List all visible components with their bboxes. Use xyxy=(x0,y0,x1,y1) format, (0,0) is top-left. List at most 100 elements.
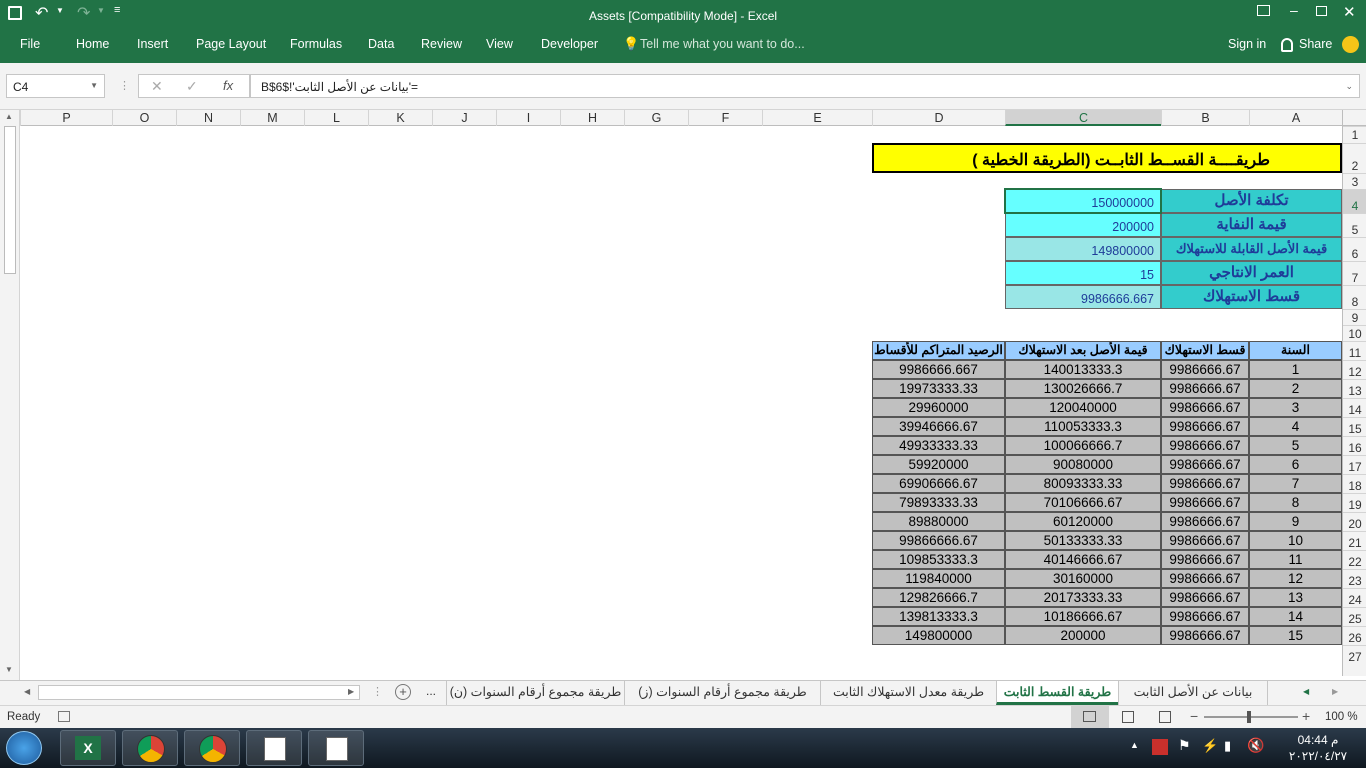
table-cell[interactable]: 100066666.7 xyxy=(1005,436,1161,455)
table-cell[interactable]: 59920000 xyxy=(872,455,1005,474)
new-sheet-icon[interactable]: + xyxy=(395,684,411,700)
column-header-d[interactable]: D xyxy=(872,110,1005,126)
tray-power-icon[interactable]: ⚡ xyxy=(1202,738,1218,754)
row-header-14[interactable]: 14 xyxy=(1343,398,1366,417)
share-button[interactable]: Share xyxy=(1299,37,1332,51)
taskbar-app-window-2-icon[interactable] xyxy=(308,730,364,766)
param-label[interactable]: قيمة النفاية xyxy=(1161,213,1342,237)
row-header-8[interactable]: 8 xyxy=(1343,285,1366,309)
tray-volume-icon[interactable]: 🔇 xyxy=(1247,737,1264,754)
row-header-21[interactable]: 21 xyxy=(1343,531,1366,550)
param-value[interactable]: 200000 xyxy=(1005,213,1161,237)
column-header-n[interactable]: N xyxy=(176,110,240,126)
cancel-formula-icon[interactable]: ✕ xyxy=(151,78,163,95)
table-cell[interactable]: 9 xyxy=(1249,512,1342,531)
column-header-j[interactable]: J xyxy=(432,110,496,126)
name-box-dropdown-icon[interactable]: ▼ xyxy=(90,81,98,90)
expand-formula-bar-icon[interactable]: ⌄ xyxy=(1345,81,1353,92)
row-header-13[interactable]: 13 xyxy=(1343,379,1366,398)
tray-network-icon[interactable]: ▮ xyxy=(1224,738,1231,754)
table-cell[interactable]: 7 xyxy=(1249,474,1342,493)
enter-formula-icon[interactable]: ✓ xyxy=(186,78,198,95)
column-header-g[interactable]: G xyxy=(624,110,688,126)
table-header[interactable]: قسط الاستهلاك xyxy=(1161,341,1249,360)
table-cell[interactable]: 39946666.67 xyxy=(872,417,1005,436)
table-cell[interactable]: 9986666.67 xyxy=(1161,531,1249,550)
row-header-23[interactable]: 23 xyxy=(1343,569,1366,588)
smiley-icon[interactable] xyxy=(1342,36,1359,53)
table-cell[interactable]: 129826666.7 xyxy=(872,588,1005,607)
formula-input[interactable]: ='بيانات عن الأصل الثابت'!$B$6 ⌄ xyxy=(250,74,1360,98)
table-cell[interactable]: 13 xyxy=(1249,588,1342,607)
param-label[interactable]: العمر الانتاجي xyxy=(1161,261,1342,285)
tab-formulas[interactable]: Formulas xyxy=(290,37,342,51)
table-cell[interactable]: 50133333.33 xyxy=(1005,531,1161,550)
sheet-tab-asset-data[interactable]: بيانات عن الأصل الثابت xyxy=(1118,681,1268,705)
page-break-view-icon[interactable] xyxy=(1159,711,1171,723)
tab-developer[interactable]: Developer xyxy=(541,37,598,51)
more-sheets-button[interactable]: ... xyxy=(426,684,436,698)
table-cell[interactable]: 4 xyxy=(1249,417,1342,436)
table-cell[interactable]: 110053333.3 xyxy=(1005,417,1161,436)
table-cell[interactable]: 9986666.67 xyxy=(1161,417,1249,436)
row-header-16[interactable]: 16 xyxy=(1343,436,1366,455)
close-icon[interactable]: ✕ xyxy=(1343,3,1356,21)
split-grip-icon[interactable]: ⋮ xyxy=(372,685,383,698)
table-cell[interactable]: 120040000 xyxy=(1005,398,1161,417)
sheet-tab-sum-of-years-z[interactable]: طريقة مجموع أرقام السنوات (ز) xyxy=(624,681,820,705)
tab-insert[interactable]: Insert xyxy=(137,37,168,51)
table-cell[interactable]: 2 xyxy=(1249,379,1342,398)
column-header-m[interactable]: M xyxy=(240,110,304,126)
table-cell[interactable]: 130026666.7 xyxy=(1005,379,1161,398)
param-value[interactable]: 9986666.667 xyxy=(1005,285,1161,309)
zoom-slider-thumb[interactable] xyxy=(1247,711,1251,723)
table-cell[interactable]: 9986666.67 xyxy=(1161,436,1249,455)
row-header-22[interactable]: 22 xyxy=(1343,550,1366,569)
scroll-up-icon[interactable]: ▲ xyxy=(5,112,13,121)
table-cell[interactable]: 9986666.67 xyxy=(1161,360,1249,379)
select-all-corner[interactable] xyxy=(1342,110,1366,126)
column-header-o[interactable]: O xyxy=(112,110,176,126)
table-cell[interactable]: 49933333.33 xyxy=(872,436,1005,455)
tab-scroll-left-icon[interactable]: ◀ xyxy=(1303,687,1309,696)
row-header-20[interactable]: 20 xyxy=(1343,512,1366,531)
table-cell[interactable]: 29960000 xyxy=(872,398,1005,417)
name-box[interactable]: C4 ▼ xyxy=(6,74,105,98)
table-cell[interactable]: 30160000 xyxy=(1005,569,1161,588)
table-cell[interactable]: 3 xyxy=(1249,398,1342,417)
param-label[interactable]: قيمة الأصل القابلة للاستهلاك xyxy=(1161,237,1342,261)
hscroll-left-icon[interactable]: ◀ xyxy=(24,687,30,696)
param-label[interactable]: تكلفة الأصل xyxy=(1161,189,1342,213)
macro-record-icon[interactable] xyxy=(58,711,70,722)
tab-file[interactable]: File xyxy=(20,37,40,51)
column-header-p[interactable]: P xyxy=(20,110,112,126)
row-header-6[interactable]: 6 xyxy=(1343,237,1366,261)
tab-home[interactable]: Home xyxy=(76,37,109,51)
table-cell[interactable]: 140013333.3 xyxy=(1005,360,1161,379)
scroll-down-icon[interactable]: ▼ xyxy=(5,665,13,674)
worksheet-grid[interactable]: طريقــــة القســط الثابــت (الطريقة الخط… xyxy=(20,126,1342,676)
zoom-in-icon[interactable]: + xyxy=(1302,708,1310,724)
row-header-5[interactable]: 5 xyxy=(1343,213,1366,237)
param-label[interactable]: قسط الاستهلاك xyxy=(1161,285,1342,309)
table-cell[interactable]: 5 xyxy=(1249,436,1342,455)
param-value[interactable]: 149800000 xyxy=(1005,237,1161,261)
taskbar-app-window-icon[interactable] xyxy=(246,730,302,766)
table-cell[interactable]: 9986666.67 xyxy=(1161,474,1249,493)
column-header-h[interactable]: H xyxy=(560,110,624,126)
column-header-i[interactable]: I xyxy=(496,110,560,126)
zoom-level[interactable]: 100 % xyxy=(1325,711,1358,723)
table-cell[interactable]: 1 xyxy=(1249,360,1342,379)
row-header-9[interactable]: 9 xyxy=(1343,309,1366,325)
table-cell[interactable]: 60120000 xyxy=(1005,512,1161,531)
tab-scroll-right-icon[interactable]: ▶ xyxy=(1332,687,1338,696)
table-cell[interactable]: 8 xyxy=(1249,493,1342,512)
row-header-15[interactable]: 15 xyxy=(1343,417,1366,436)
sheet-tab-fixed-rate[interactable]: طريقة معدل الاستهلاك الثابت xyxy=(820,681,996,705)
column-header-l[interactable]: L xyxy=(304,110,368,126)
sheet-tab-straight-line[interactable]: طريقة القسط الثابت xyxy=(996,681,1118,705)
page-layout-view-icon[interactable] xyxy=(1122,711,1134,723)
table-cell[interactable]: 9986666.67 xyxy=(1161,493,1249,512)
sign-in-link[interactable]: Sign in xyxy=(1228,37,1266,51)
zoom-out-icon[interactable]: − xyxy=(1190,708,1198,724)
